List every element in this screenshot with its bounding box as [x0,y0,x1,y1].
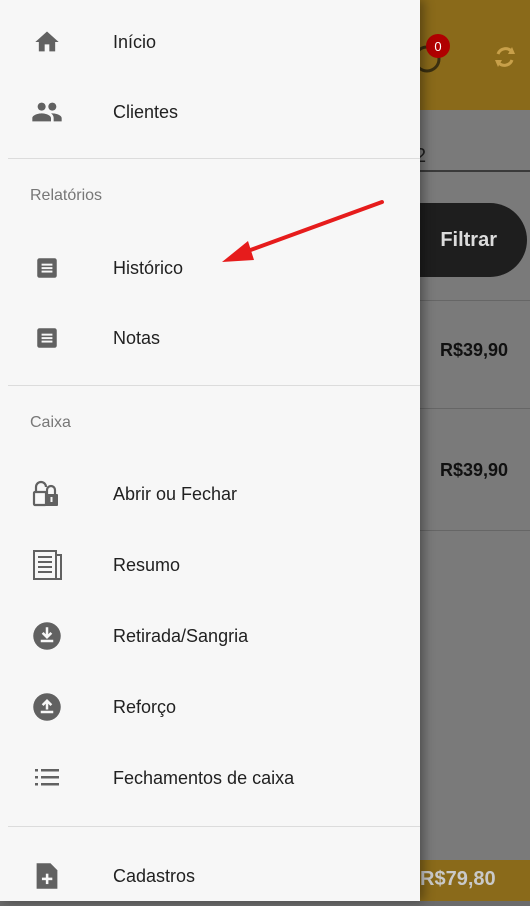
menu-item-label: Retirada/Sangria [113,625,249,646]
menu-item-resumo[interactable]: Resumo [0,535,420,595]
list-icon [30,251,64,285]
section-title-caixa: Caixa [30,414,71,431]
notification-badge: 0 [426,34,450,58]
menu-item-label: Reforço [113,696,177,717]
order-price: R$39,90 [440,340,509,360]
menu-item-label: Resumo [113,554,181,575]
section-title-relatorios: Relatórios [30,187,103,204]
menu-item-fechamentos[interactable]: Fechamentos de caixa [0,748,420,808]
menu-divider [8,385,420,386]
row-divider [420,408,530,409]
navigation-drawer: Início Clientes Relatórios Histórico Not… [0,0,420,901]
menu-item-label: Clientes [113,101,179,122]
menu-divider [8,158,420,159]
menu-item-label: Início [113,31,157,52]
menu-item-abrir-fechar[interactable]: Abrir ou Fechar [0,464,420,524]
menu-divider [8,826,420,827]
menu-item-clientes[interactable]: Clientes [0,82,420,142]
menu-item-notas[interactable]: Notas [0,308,420,368]
menu-item-label: Histórico [113,257,184,278]
menu-item-label: Notas [113,327,161,348]
menu-item-reforco[interactable]: Reforço [0,677,420,737]
menu-item-inicio[interactable]: Início [0,12,420,72]
menu-item-label: Fechamentos de caixa [113,767,295,788]
menu-item-cadastros[interactable]: Cadastros [0,846,420,906]
home-icon [30,25,64,59]
download-circle-icon [30,619,64,653]
menu-item-label: Cadastros [113,865,196,886]
row-divider [420,530,530,531]
people-icon [30,95,64,129]
row-divider [420,300,530,301]
menu-item-label: Abrir ou Fechar [113,483,238,504]
filter-button[interactable]: Filtrar [405,203,527,277]
list-icon [30,321,64,355]
menu-item-historico[interactable]: Histórico [0,238,420,298]
upload-circle-icon [30,690,64,724]
sync-icon[interactable] [490,42,520,72]
order-price: R$39,90 [440,460,509,480]
lock-open-icon [30,477,64,511]
date-field-underline [420,170,530,172]
add-file-icon [30,859,64,893]
list-bullets-icon [30,761,64,795]
menu-item-retirada[interactable]: Retirada/Sangria [0,606,420,666]
receipt-icon [30,548,64,582]
total-value: R$79,80 [420,868,496,890]
filter-button-label: Filtrar [440,228,497,251]
